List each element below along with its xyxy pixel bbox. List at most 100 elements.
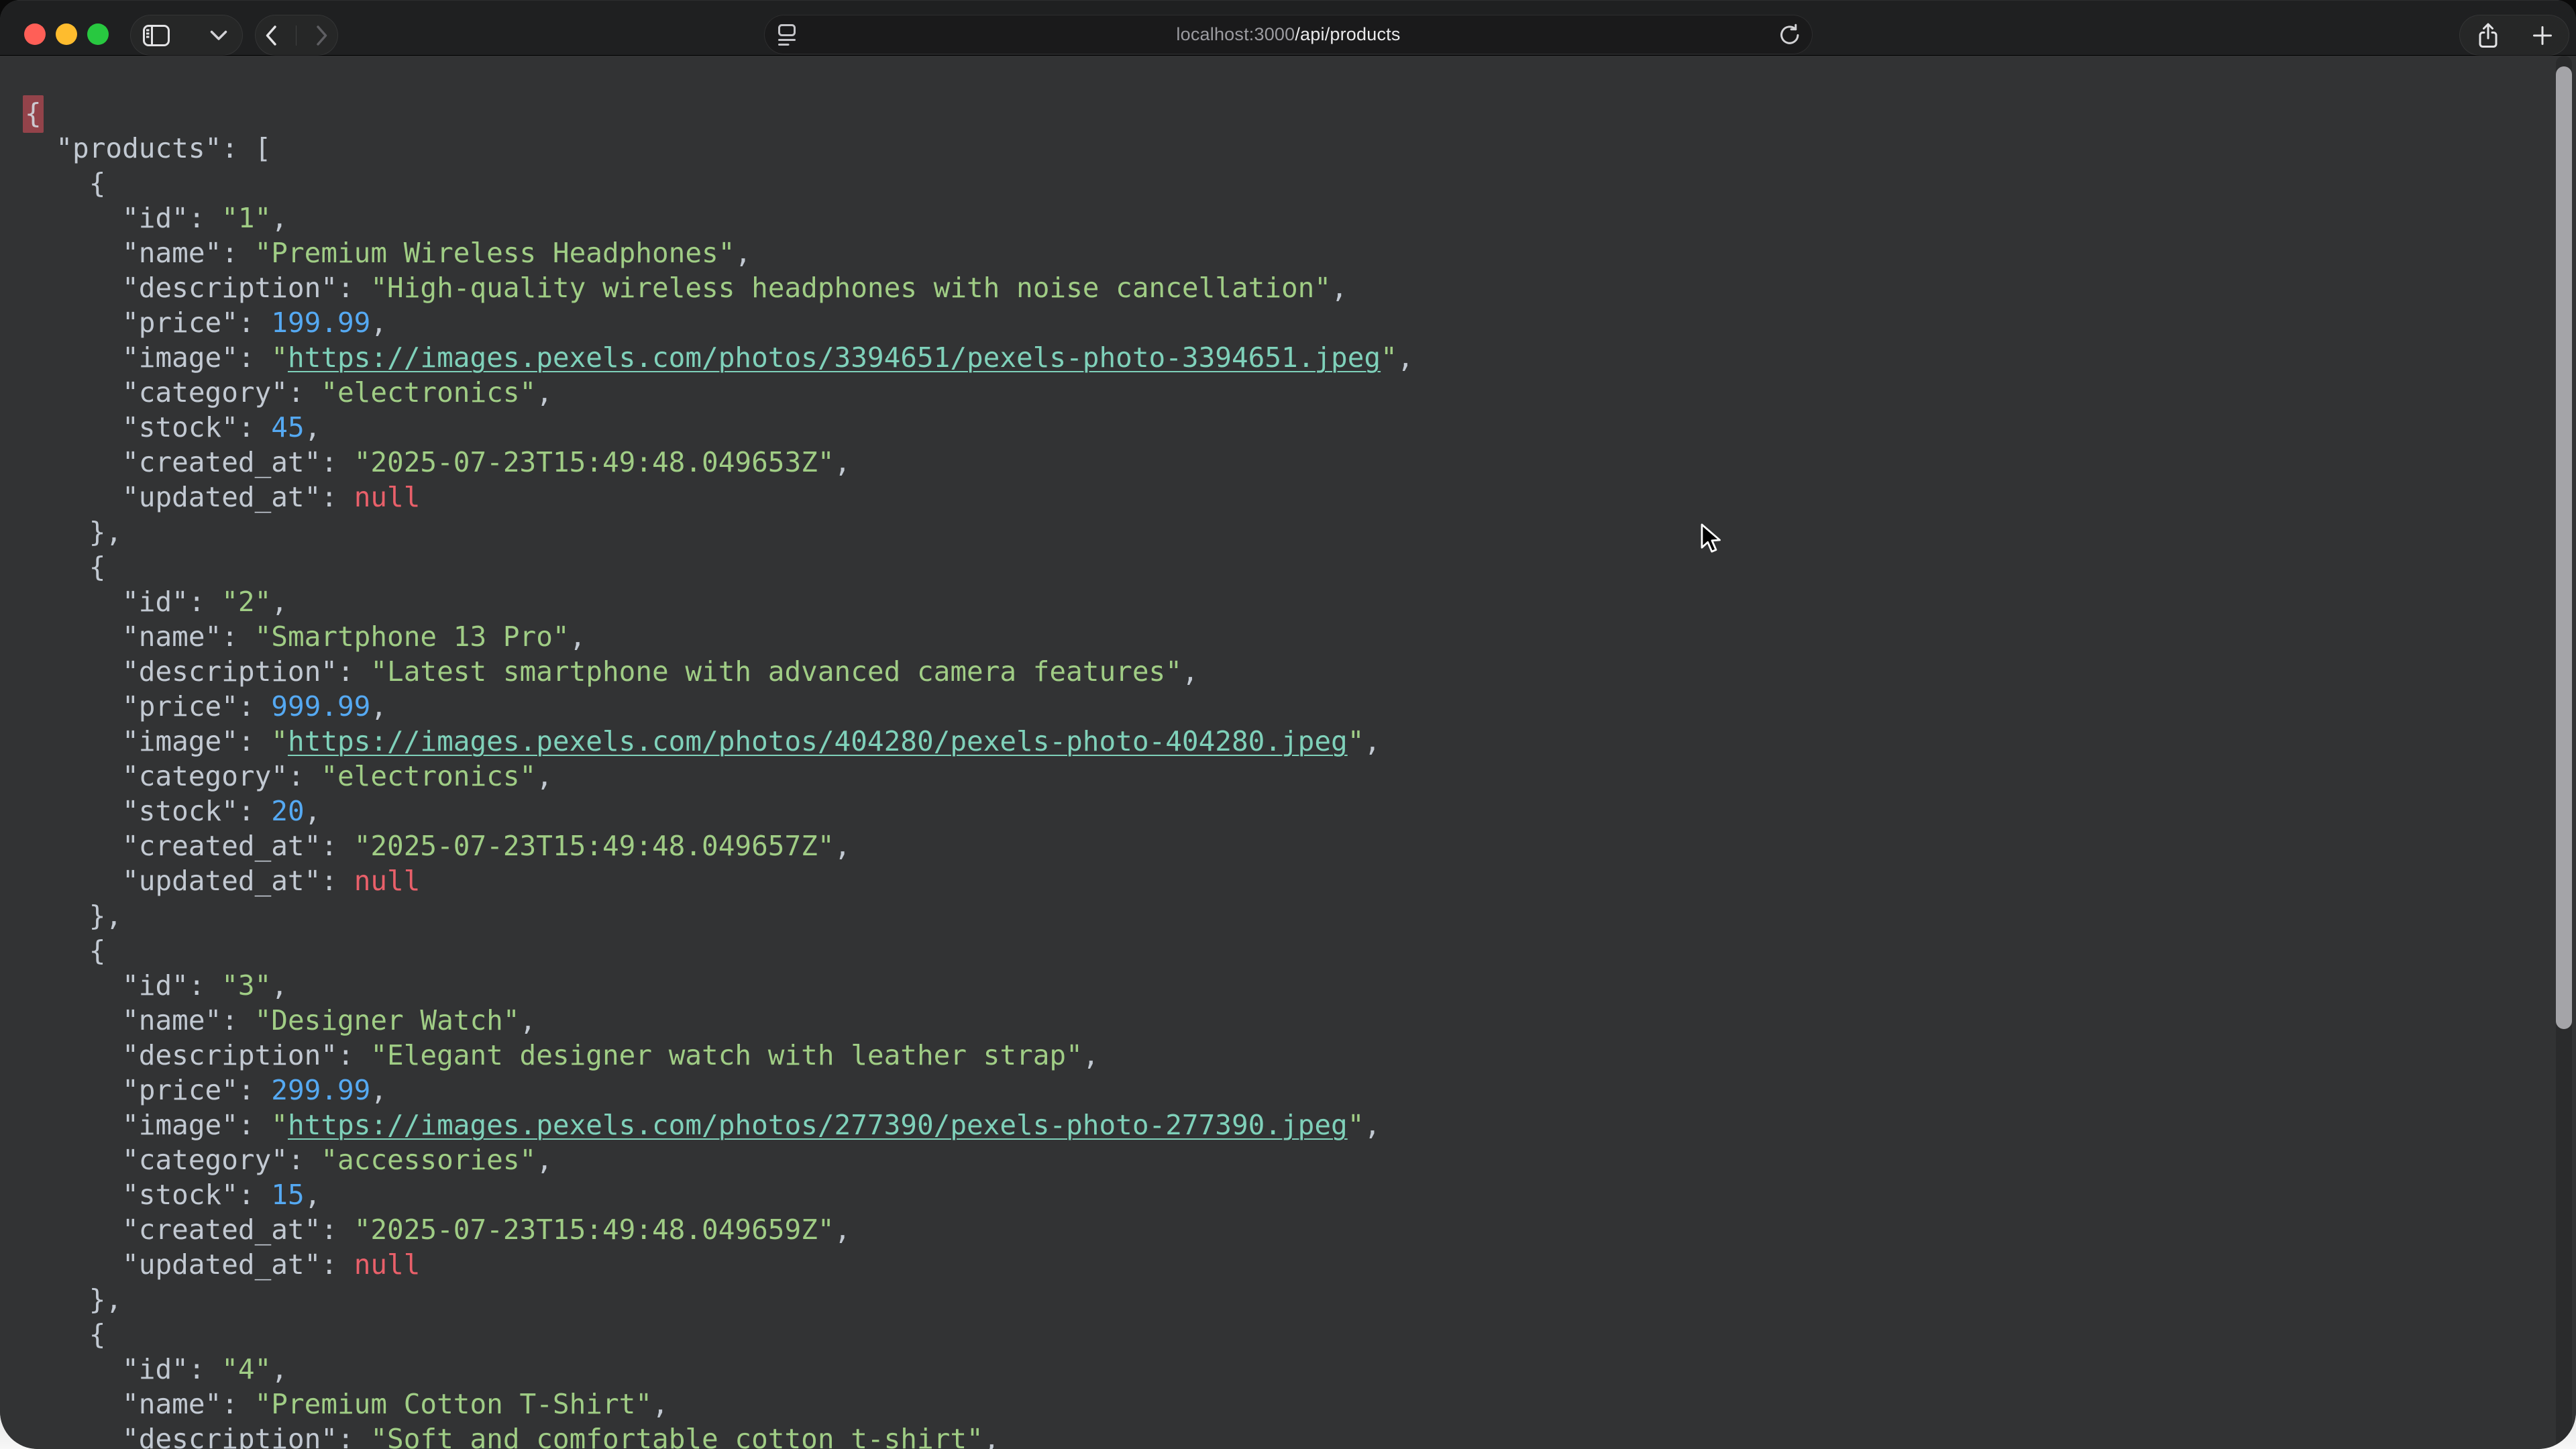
plus-icon: [2532, 25, 2553, 46]
code-token: "image": [122, 341, 238, 374]
code-token: "electronics": [321, 376, 536, 409]
image-url-link[interactable]: https://images.pexels.com/photos/3394651…: [288, 341, 1381, 374]
code-token: ,: [305, 795, 321, 827]
code-token: "created_at": [122, 1214, 321, 1246]
code-token: ,: [520, 1004, 537, 1036]
code-token: ": [271, 1109, 288, 1141]
code-token: :: [221, 1004, 254, 1036]
code-token: "id": [122, 1353, 189, 1385]
code-token: "stock": [122, 411, 238, 443]
new-tab-button[interactable]: [2532, 25, 2553, 46]
code-token: "stock": [122, 795, 238, 827]
scrollbar-track[interactable]: [2556, 56, 2572, 1449]
code-line: "name": "Premium Cotton T-Shirt",: [23, 1387, 2536, 1421]
code-token: "image": [122, 725, 238, 757]
code-token: :: [238, 725, 271, 757]
code-token: :: [238, 795, 271, 827]
code-token: ,: [536, 760, 553, 792]
code-line: "name": "Smartphone 13 Pro",: [23, 619, 2536, 654]
code-token: :: [238, 1179, 271, 1211]
code-token: ": [1348, 1109, 1364, 1141]
code-line: "name": "Premium Wireless Headphones",: [23, 235, 2536, 270]
code-token: ,: [835, 1214, 851, 1246]
code-token: "High-quality wireless headphones with n…: [370, 272, 1331, 304]
forward-button[interactable]: [316, 25, 328, 46]
code-token: "price": [122, 690, 238, 722]
sidebar-button-group: [130, 15, 243, 56]
code-token: "category": [122, 376, 288, 409]
code-line: "id": "4",: [23, 1352, 2536, 1387]
code-token: :: [221, 1388, 254, 1420]
code-line: "updated_at": null: [23, 1247, 2536, 1282]
code-token: "id": [122, 969, 189, 1002]
fullscreen-window-button[interactable]: [87, 23, 109, 45]
code-token: "price": [122, 1074, 238, 1106]
code-token: 299.99: [271, 1074, 370, 1106]
code-token: {: [89, 551, 106, 583]
code-token: ,: [652, 1388, 669, 1420]
code-token: {: [23, 95, 44, 133]
code-token: {: [89, 934, 106, 967]
code-token: :: [337, 655, 370, 688]
minimize-window-button[interactable]: [56, 23, 77, 45]
url-host: localhost:3000: [1176, 24, 1295, 44]
code-token: :: [238, 1109, 271, 1141]
code-token: "Premium Wireless Headphones": [255, 237, 735, 269]
code-line: "name": "Designer Watch",: [23, 1003, 2536, 1038]
code-token: },: [89, 1283, 122, 1316]
code-line: {: [23, 166, 2536, 201]
code-token: "category": [122, 1144, 288, 1176]
code-token: ,: [536, 376, 553, 409]
code-token: "products": [56, 132, 221, 164]
code-line: "description": "Elegant designer watch w…: [23, 1038, 2536, 1073]
code-token: "name": [122, 237, 221, 269]
page-layout-icon: [777, 23, 797, 46]
image-url-link[interactable]: https://images.pexels.com/photos/404280/…: [288, 725, 1348, 757]
code-token: "Soft and comfortable cotton t-shirt": [370, 1423, 983, 1449]
sidebar-toggle-button[interactable]: [143, 25, 170, 46]
code-token: :: [238, 1074, 271, 1106]
code-token: "image": [122, 1109, 238, 1141]
code-token: "1": [221, 202, 271, 234]
code-token: ,: [271, 1353, 288, 1385]
address-bar[interactable]: localhost:3000/api/products: [764, 15, 1813, 54]
code-token: "updated_at": [122, 865, 321, 897]
reload-icon: [1777, 23, 1801, 47]
chevron-right-icon: [316, 25, 328, 46]
json-code: {"products": [{"id": "1","name": "Premiu…: [23, 96, 2536, 1449]
close-window-button[interactable]: [24, 23, 46, 45]
share-button[interactable]: [2476, 22, 2500, 49]
code-token: ": [271, 725, 288, 757]
code-token: ,: [271, 202, 288, 234]
code-token: "name": [122, 1004, 221, 1036]
code-token: :: [288, 760, 321, 792]
code-token: {: [89, 1318, 106, 1350]
image-url-link[interactable]: https://images.pexels.com/photos/277390/…: [288, 1109, 1348, 1141]
code-line: "image": "https://images.pexels.com/phot…: [23, 1108, 2536, 1142]
code-line: },: [23, 515, 2536, 549]
mouse-cursor-icon: [1700, 523, 1723, 555]
code-token: ,: [370, 307, 387, 339]
code-token: null: [354, 865, 421, 897]
code-token: ,: [835, 446, 851, 478]
code-token: ,: [370, 1074, 387, 1106]
code-line: "created_at": "2025-07-23T15:49:48.04965…: [23, 1212, 2536, 1247]
code-line: {: [23, 1317, 2536, 1352]
code-token: "description": [122, 655, 337, 688]
scrollbar-thumb[interactable]: [2556, 66, 2572, 1029]
code-token: "description": [122, 1423, 337, 1449]
code-token: :: [321, 830, 354, 862]
reload-button[interactable]: [1777, 23, 1801, 47]
code-token: "Premium Cotton T-Shirt": [255, 1388, 652, 1420]
code-token: "name": [122, 621, 221, 653]
code-token: "created_at": [122, 446, 321, 478]
back-button[interactable]: [265, 25, 277, 46]
code-token: :: [337, 1423, 370, 1449]
code-token: "description": [122, 272, 337, 304]
code-line: "description": "Latest smartphone with a…: [23, 654, 2536, 689]
code-token: ,: [1083, 1039, 1099, 1071]
code-token: },: [89, 900, 122, 932]
page-settings-button[interactable]: [777, 23, 797, 46]
code-token: :: [189, 1353, 221, 1385]
tab-group-dropdown-button[interactable]: [210, 30, 227, 41]
